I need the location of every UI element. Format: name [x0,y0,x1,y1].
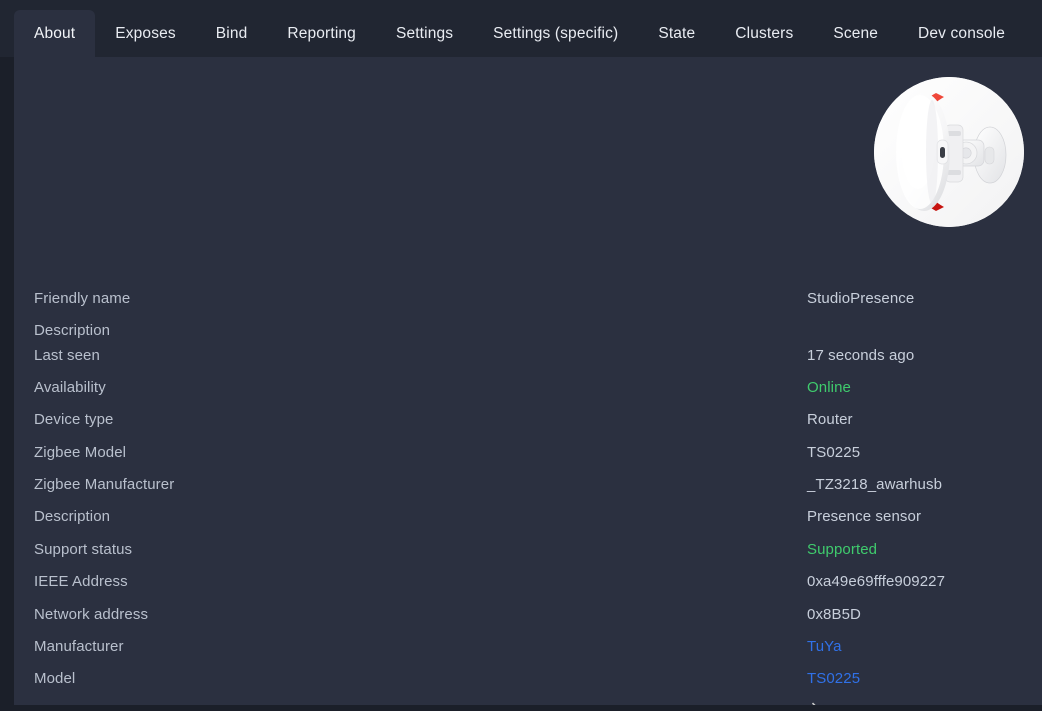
property-row: Power 🔌 [14,700,1042,706]
tab-settings-specific[interactable]: Settings (specific) [473,10,638,57]
tab-label: Scene [833,24,879,42]
property-value: 0xa49e69fffe909227 [807,572,946,590]
property-value: Presence sensor [807,507,922,525]
property-label: Friendly name [34,289,131,307]
property-label: Device type [34,410,114,428]
property-label: IEEE Address [34,572,128,590]
property-row: Device type Router [14,408,1042,430]
tab-label: Dev console [918,24,1005,42]
property-label: Model [34,669,76,687]
property-label: Zigbee Manufacturer [34,475,175,493]
tab-label: State [658,24,696,42]
property-row: Last seen 17 seconds ago [14,344,1042,366]
property-label: Description [34,321,111,339]
tab-bind[interactable]: Bind [196,10,268,57]
tab-label: Settings (specific) [493,24,619,42]
property-row: Description Presence sensor [14,505,1042,527]
tab-clusters[interactable]: Clusters [715,10,813,57]
tab-label: Exposes [115,24,176,42]
tab-list: About Exposes Bind Reporting Settings Setting… [14,0,1042,57]
device-about-page: About Exposes Bind Reporting Settings Setting… [0,0,1042,711]
tab-reporting[interactable]: Reporting [267,10,376,57]
tab-bar: About Exposes Bind Reporting Settings Setting… [0,0,1042,57]
tab-state[interactable]: State [638,10,715,57]
property-label: Support status [34,540,133,558]
property-row: Network address 0x8B5D [14,603,1042,625]
tab-label: Clusters [735,24,794,42]
property-label: Description [34,507,111,525]
tab-label: Bind [215,24,248,42]
property-row: Model TS0225 [14,667,1042,689]
property-value: 17 seconds ago [807,346,915,364]
property-value: _TZ3218_awarhusb [807,475,943,493]
property-row: Description [14,319,1042,341]
property-value-link[interactable]: TS0225 [807,670,860,687]
property-row: Friendly name StudioPresence [14,287,1042,309]
property-label: Last seen [34,346,100,364]
property-value: 0x8B5D [807,605,861,623]
tab-label: About [34,24,76,42]
tab-about[interactable]: About [14,10,96,57]
about-panel: Friendly name StudioPresence Description La… [14,57,1042,705]
property-value: Supported [807,540,878,558]
property-label: Manufacturer [34,637,124,655]
property-row: Zigbee Model TS0225 [14,441,1042,463]
tab-settings[interactable]: Settings [376,10,473,57]
property-value: StudioPresence [807,289,915,307]
tab-label: Settings [395,24,454,42]
property-value: Router [807,410,853,428]
tab-exposes[interactable]: Exposes [95,10,196,57]
property-value: Online [807,378,851,396]
tab-dev-console[interactable]: Dev console [898,10,1025,57]
device-image [874,77,1024,227]
property-label: Zigbee Model [34,443,127,461]
property-row: Support status Supported [14,538,1042,560]
tab-scene[interactable]: Scene [813,10,898,57]
property-label: Availability [34,378,106,396]
property-label: Network address [34,605,149,623]
property-label: Power [34,703,77,706]
power-plug-icon: 🔌 [807,702,826,705]
tab-label: Reporting [287,24,356,42]
property-value-link[interactable]: TuYa [807,638,842,655]
property-row: Manufacturer TuYa [14,635,1042,657]
property-row: Availability Online [14,376,1042,398]
property-row: IEEE Address 0xa49e69fffe909227 [14,570,1042,592]
property-row: Zigbee Manufacturer _TZ3218_awarhusb [14,473,1042,495]
property-value: TS0225 [807,443,861,461]
